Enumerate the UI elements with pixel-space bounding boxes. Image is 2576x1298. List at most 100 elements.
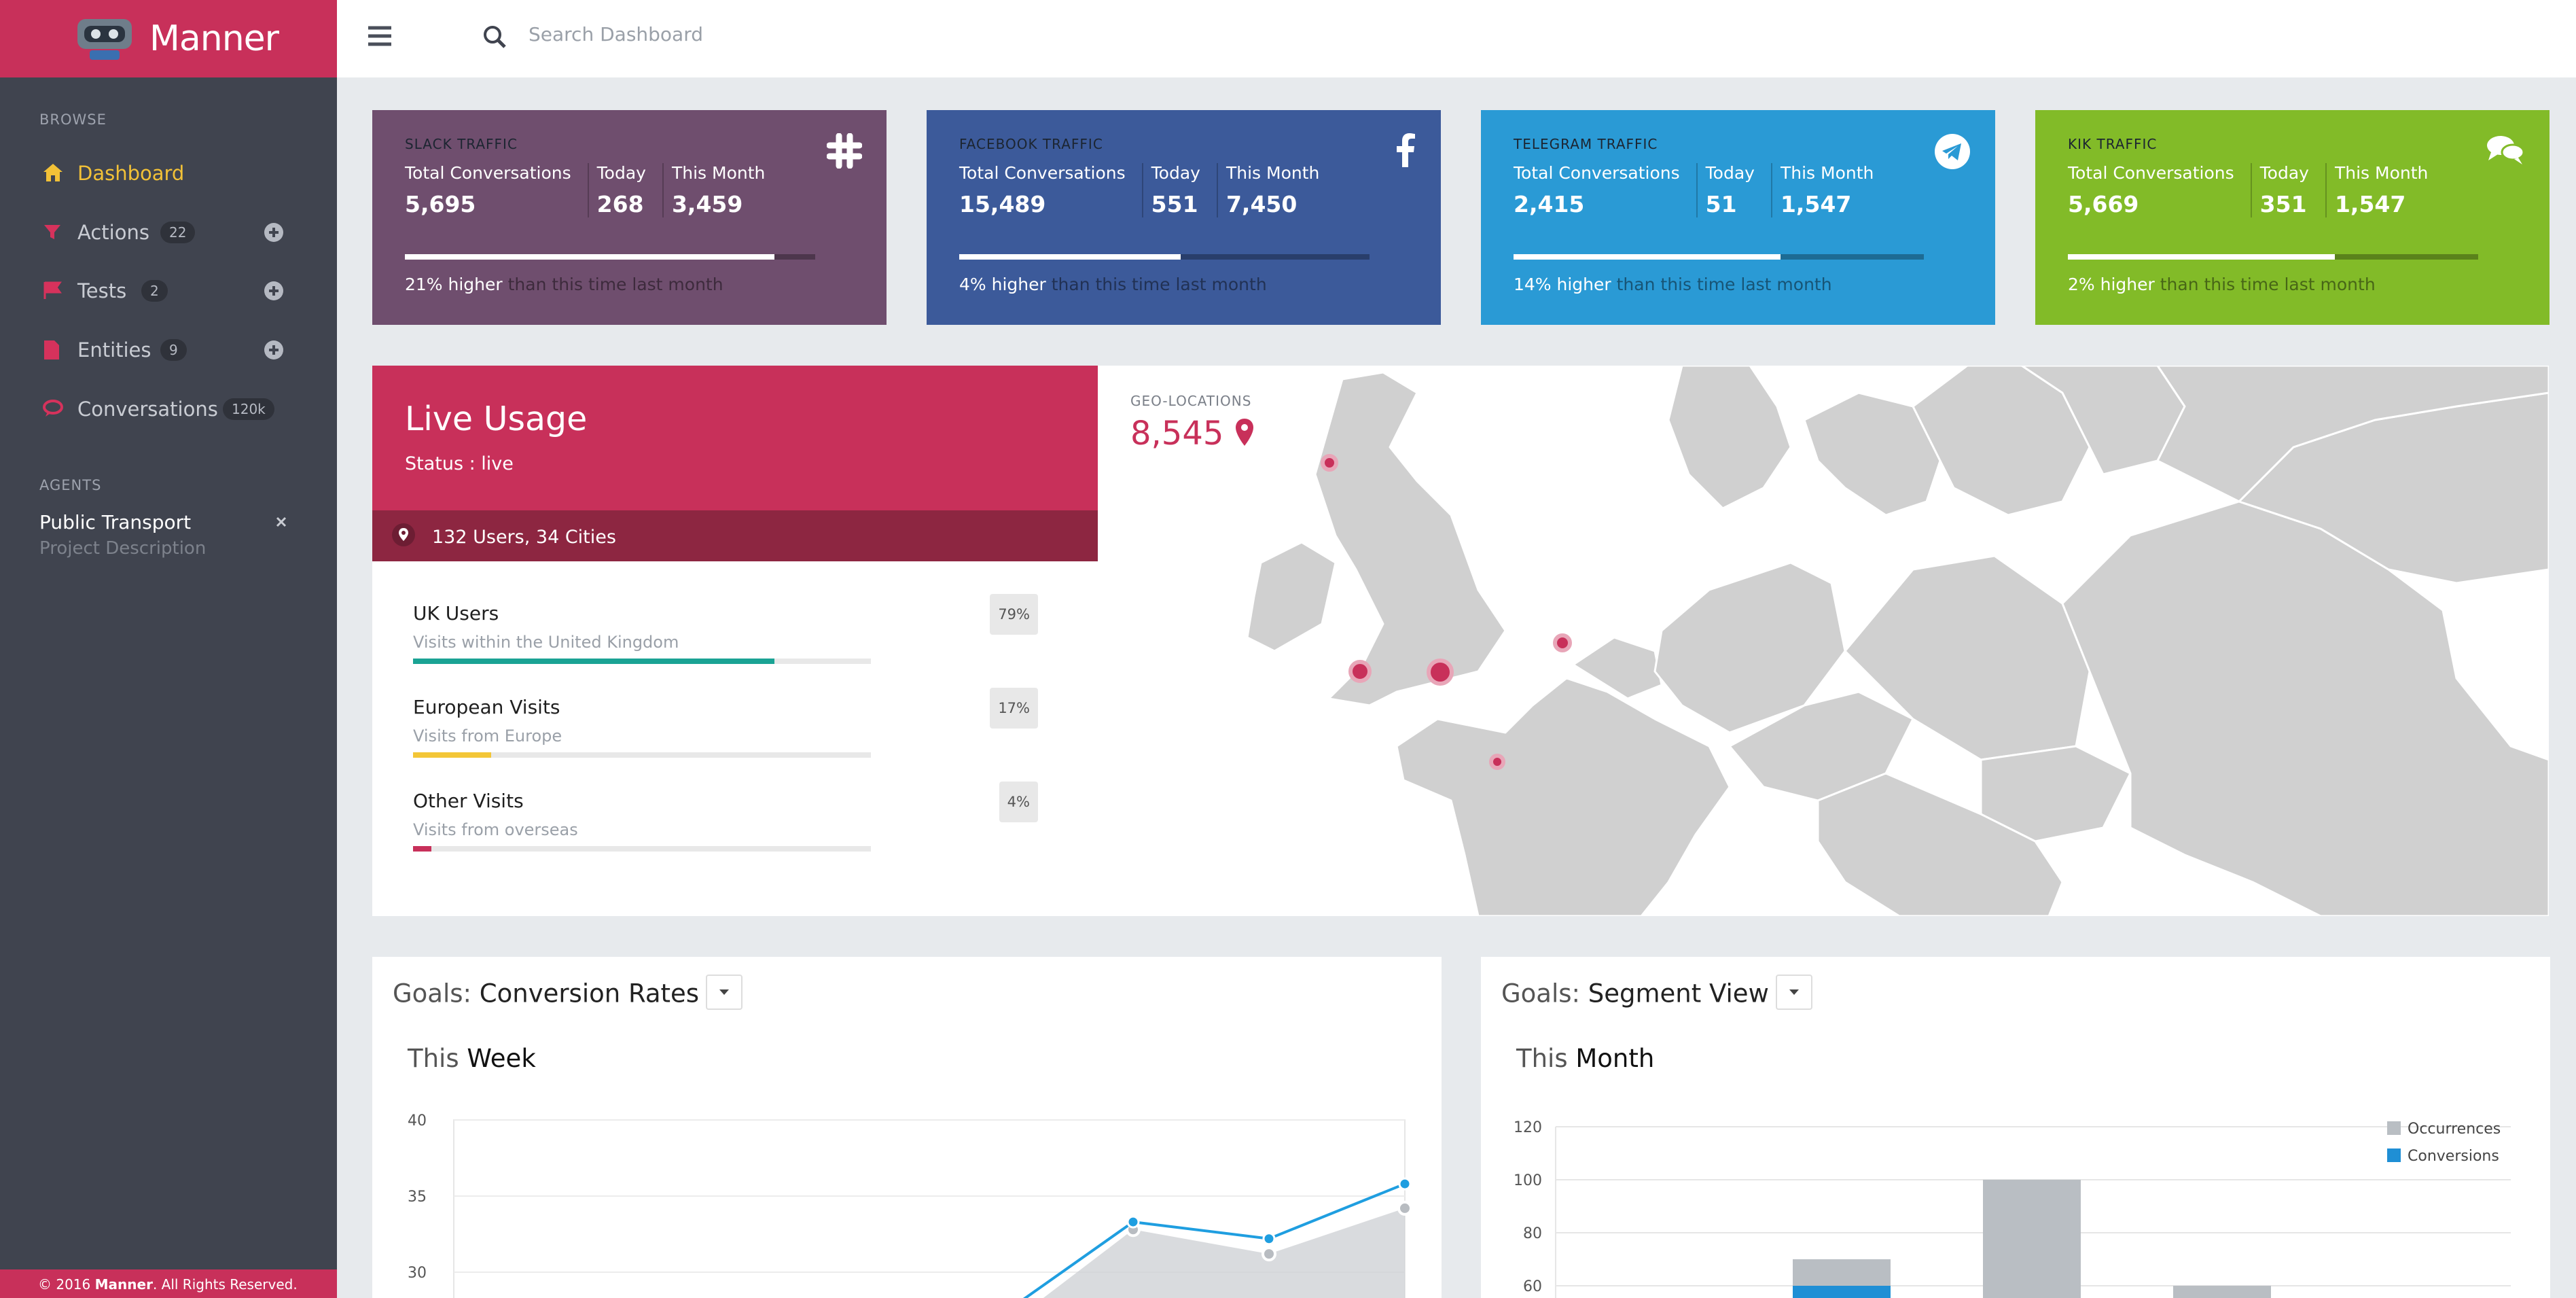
menu-icon[interactable] <box>367 24 393 48</box>
stat-label: This Month <box>1226 163 1320 183</box>
geo-locations-value: 8,545 <box>1130 415 1255 453</box>
traffic-card[interactable]: KIK TRAFFIC Total Conversations 5,669 Today… <box>2035 110 2550 325</box>
comparison-value: 14% higher <box>1514 275 1611 294</box>
data-point[interactable] <box>1398 1177 1412 1191</box>
y-tick-label: 30 <box>408 1265 427 1282</box>
stat-label: Today <box>596 163 646 183</box>
flag-icon <box>43 281 62 299</box>
sidebar-item-entities[interactable]: Entities 9 <box>0 321 337 379</box>
panel-title: Goals: Segment View <box>1501 975 1812 1013</box>
sidebar-item-dashboard[interactable]: Dashboard <box>0 144 337 203</box>
sidebar-item-label: Conversations <box>77 398 218 421</box>
comparison-text: than this time last month <box>502 275 723 294</box>
stat-label: Today <box>2259 163 2309 183</box>
geo-count: 8,545 <box>1130 415 1224 453</box>
close-icon[interactable] <box>274 515 288 529</box>
data-point[interactable] <box>1126 1215 1140 1229</box>
y-tick-label: 80 <box>1523 1225 1542 1242</box>
sidebar-item-tests[interactable]: Tests 2 <box>0 262 337 320</box>
add-circle-icon[interactable] <box>264 222 284 243</box>
card-title: KIK TRAFFIC <box>2068 136 2158 152</box>
card-progress-track <box>2068 254 2478 260</box>
facebook-icon <box>1393 133 1416 169</box>
card-title: FACEBOOK TRAFFIC <box>959 136 1103 152</box>
agent-name[interactable]: Public Transport <box>39 511 191 533</box>
card-stats: Total Conversations 5,669 Today 351 This Mon… <box>2068 163 2517 217</box>
usage-progress-fill <box>413 846 431 852</box>
europe-map <box>1246 366 2549 916</box>
card-comparison: 4% higher than this time last month <box>959 275 1267 294</box>
period-prefix: This <box>408 1044 467 1073</box>
card-stat: This Month 3,459 <box>672 163 781 217</box>
bar-conversions[interactable] <box>1793 1286 1891 1298</box>
card-stat: This Month 1,547 <box>1781 163 1890 217</box>
y-tick-label: 35 <box>408 1189 427 1206</box>
stat-value: 5,669 <box>2068 191 2139 217</box>
stat-value: 5,695 <box>405 191 476 217</box>
agents-label: AGENTS <box>39 477 102 493</box>
legend-label: Conversions <box>2408 1148 2499 1165</box>
card-stat: Total Conversations 5,695 <box>405 163 589 217</box>
card-stat: Total Conversations 5,669 <box>2068 163 2252 217</box>
add-circle-icon[interactable] <box>264 340 284 360</box>
sidebar-item-label: Entities <box>77 338 151 362</box>
card-progress-track <box>1514 254 1924 260</box>
usage-subtitle: Visits from overseas <box>413 820 578 839</box>
bar-occurrences[interactable] <box>2173 1286 2271 1298</box>
search-input[interactable] <box>529 23 936 46</box>
sidebar-item-label: Tests <box>77 279 127 302</box>
data-point[interactable] <box>1397 1200 1412 1216</box>
chat-bubble-icon <box>43 400 63 417</box>
sidebar-item-conversations[interactable]: Conversations 120k <box>0 380 337 438</box>
sidebar-item-label: Actions <box>77 221 149 244</box>
comparison-text: than this time last month <box>2154 275 2376 294</box>
sidebar-item-actions[interactable]: Actions 22 <box>0 203 337 262</box>
stat-label: This Month <box>671 163 766 183</box>
panel-dropdown[interactable] <box>706 975 743 1010</box>
card-title: TELEGRAM TRAFFIC <box>1514 136 1658 152</box>
robot-logo-icon <box>77 19 132 60</box>
browse-label: BROWSE <box>39 111 107 128</box>
map-marker-icon <box>1235 419 1253 446</box>
usage-title: European Visits <box>413 696 560 718</box>
segment-bar-chart: 120 100 80 60 Occurrences Conversions <box>1514 1119 2511 1298</box>
top-bar <box>337 0 2576 77</box>
stat-value: 3,459 <box>671 191 743 217</box>
add-circle-icon[interactable] <box>264 281 284 301</box>
telegram-icon <box>1934 133 1971 170</box>
usage-subtitle: Visits within the United Kingdom <box>413 633 679 652</box>
stat-label: Today <box>1151 163 1200 183</box>
brand-bar[interactable]: Manner <box>0 0 337 77</box>
footer-text: © 2016 <box>38 1276 95 1293</box>
goals-conversion-panel: Goals: Conversion Rates This Week 40 35 30 <box>372 957 1442 1298</box>
footer: © 2016 Manner. All Rights Reserved. <box>0 1269 337 1298</box>
panel-dropdown[interactable] <box>1775 975 1812 1010</box>
y-tick-label: 120 <box>1514 1119 1542 1136</box>
usage-percent-badge: 17% <box>990 688 1038 729</box>
stat-label: This Month <box>2334 163 2429 183</box>
traffic-card[interactable]: SLACK TRAFFIC Total Conversations 5,695 Tod… <box>372 110 887 325</box>
count-badge: 22 <box>160 222 196 243</box>
live-usage-title: Live Usage <box>405 400 588 438</box>
slack-icon <box>827 133 862 169</box>
panel-title-name: Segment View <box>1588 979 1769 1008</box>
data-point[interactable] <box>1262 1246 1276 1262</box>
conversion-line-chart: 40 35 30 <box>408 1112 1412 1298</box>
location-pin-icon <box>392 523 415 546</box>
usage-title: Other Visits <box>413 790 524 812</box>
usage-progress-track <box>413 659 871 664</box>
traffic-card[interactable]: FACEBOOK TRAFFIC Total Conversations 15,48… <box>927 110 1441 325</box>
usage-row: European Visits Visits from Europe 17% <box>413 688 1065 758</box>
usage-progress-track <box>413 752 871 758</box>
stat-label: This Month <box>1780 163 1874 183</box>
usage-progress-track <box>413 846 871 852</box>
live-usage-header: Live Usage Status : live <box>372 366 1098 510</box>
card-comparison: 21% higher than this time last month <box>405 275 723 294</box>
data-point[interactable] <box>1262 1232 1276 1246</box>
legend-swatch <box>2387 1121 2401 1135</box>
traffic-card[interactable]: TELEGRAM TRAFFIC Total Conversations 2,415… <box>1481 110 1995 325</box>
chat-icon <box>2486 133 2525 167</box>
panel-period: This Week <box>408 1044 536 1073</box>
search-icon[interactable] <box>482 24 507 49</box>
bar-occurrences[interactable] <box>1983 1180 2081 1298</box>
